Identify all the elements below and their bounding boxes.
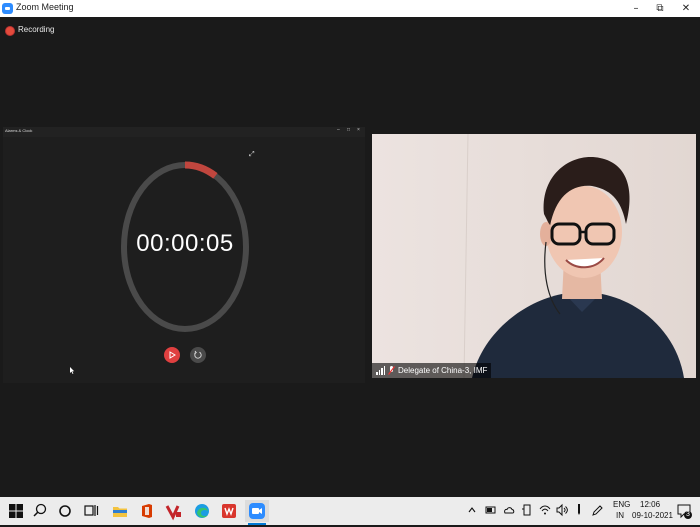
restore-button[interactable]: ⧉ bbox=[648, 0, 672, 17]
participant-video-frame bbox=[372, 134, 696, 378]
wifi-icon[interactable] bbox=[539, 503, 551, 517]
show-hidden-icons-icon[interactable] bbox=[467, 503, 477, 517]
clock-app-title: Alarms & Clock bbox=[5, 128, 33, 133]
search-icon[interactable] bbox=[30, 501, 50, 521]
play-icon bbox=[169, 351, 176, 359]
timer-display: 00:00:05 bbox=[136, 230, 234, 257]
notification-center-button[interactable]: 3 bbox=[676, 502, 692, 520]
file-explorer-icon[interactable] bbox=[110, 501, 130, 521]
minimize-button[interactable]: – bbox=[624, 0, 648, 17]
window-title: Zoom Meeting bbox=[16, 2, 74, 12]
cortana-icon[interactable] bbox=[55, 501, 75, 521]
mic-muted-icon bbox=[388, 366, 395, 375]
taskbar: ENG IN 12:06 09-10-2021 3 bbox=[0, 497, 700, 525]
task-view-icon[interactable] bbox=[81, 501, 101, 521]
office-icon[interactable] bbox=[137, 501, 157, 521]
timer-ring-progress bbox=[184, 161, 218, 179]
participant-video[interactable]: Delegate of China-3, IMF bbox=[372, 134, 696, 378]
reset-button[interactable] bbox=[190, 347, 206, 363]
record-icon bbox=[6, 27, 14, 35]
expand-icon: ⤢ bbox=[249, 151, 255, 158]
close-button[interactable]: ✕ bbox=[674, 0, 698, 17]
recording-label: Recording bbox=[18, 25, 55, 34]
reset-icon bbox=[194, 350, 202, 359]
play-button[interactable] bbox=[164, 347, 180, 363]
system-clock-date[interactable]: 09-10-2021 bbox=[632, 511, 673, 520]
clock-app-titlebar: Alarms & Clock – □ × bbox=[3, 127, 365, 137]
edge-browser-icon[interactable] bbox=[192, 501, 212, 521]
clock-restore-icon: □ bbox=[347, 127, 351, 133]
shared-screen: Alarms & Clock – □ × ⤢ 00:00:05 bbox=[3, 127, 365, 383]
device-icon[interactable] bbox=[521, 503, 533, 517]
clock-close-icon: × bbox=[357, 127, 360, 133]
wps-office-icon[interactable] bbox=[164, 501, 184, 521]
pen-icon[interactable] bbox=[574, 503, 584, 517]
wps-writer-icon[interactable] bbox=[219, 501, 239, 521]
onedrive-icon[interactable] bbox=[503, 503, 515, 517]
volume-icon[interactable] bbox=[556, 503, 568, 517]
zoom-taskbar-button[interactable] bbox=[245, 500, 269, 525]
language-region[interactable]: IN bbox=[616, 511, 624, 520]
clock-minimize-icon: – bbox=[337, 127, 340, 133]
mouse-cursor-icon bbox=[70, 367, 75, 374]
zoom-app-icon bbox=[249, 503, 265, 519]
participant-name-tag: Delegate of China-3, IMF bbox=[372, 363, 492, 378]
notification-count-badge: 3 bbox=[684, 511, 692, 519]
battery-icon[interactable] bbox=[485, 503, 497, 517]
language-indicator[interactable]: ENG bbox=[613, 500, 630, 509]
system-clock-time[interactable]: 12:06 bbox=[640, 500, 660, 509]
windows-start-icon[interactable] bbox=[6, 501, 26, 521]
signal-strength-icon bbox=[376, 366, 385, 375]
participant-name: Delegate of China-3, IMF bbox=[398, 366, 488, 375]
window-titlebar: Zoom Meeting – ⧉ ✕ bbox=[0, 0, 700, 17]
zoom-icon bbox=[2, 3, 13, 14]
pen-workspace-icon[interactable] bbox=[591, 503, 603, 517]
